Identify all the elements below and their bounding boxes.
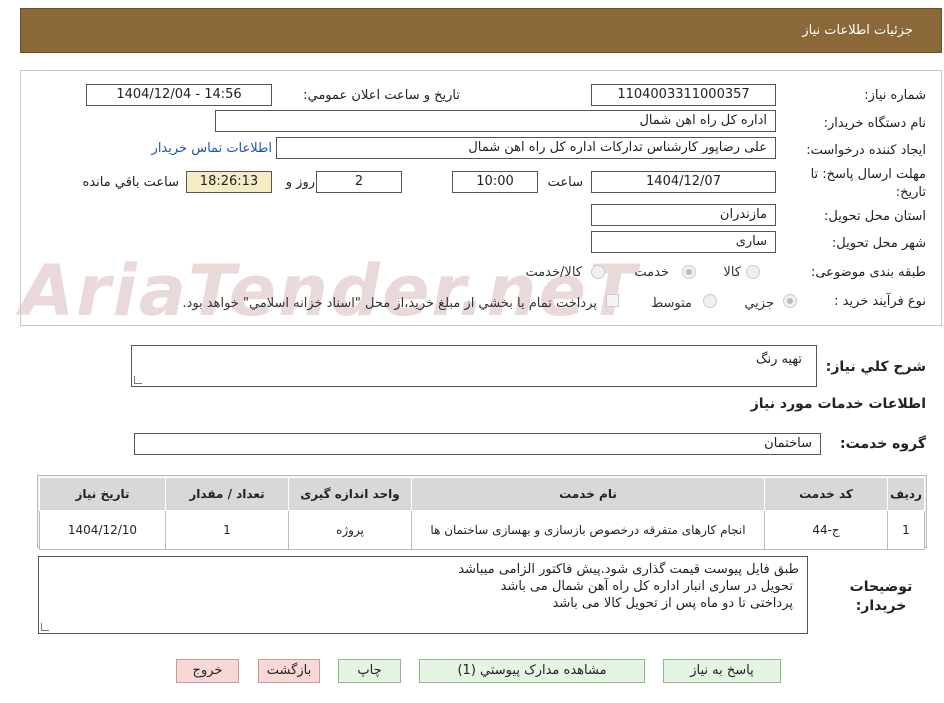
cell-row-number: 1 — [887, 510, 925, 550]
col-header-date: تاريخ نياز — [39, 477, 166, 511]
category-radio-goods-service[interactable] — [591, 265, 605, 279]
creator-label: ايجاد كننده درخواست: — [806, 143, 926, 158]
back-button[interactable]: بازگشت — [258, 659, 320, 683]
treasury-payment-note: پرداخت تمام يا بخشي از مبلغ خريد،از محل … — [182, 296, 597, 311]
buyer-notes-textarea[interactable]: طبق فایل پیوست قیمت گذاری شود.پیش فاکتور… — [38, 556, 808, 634]
exit-button[interactable]: خروج — [176, 659, 239, 683]
buyer-notes-line: تحویل در ساری انبار اداره کل راه آهن شما… — [500, 579, 793, 594]
col-header-qty: تعداد / مقدار — [165, 477, 289, 511]
services-table: رديف كد خدمت نام خدمت واحد اندازه گيری ت… — [39, 477, 925, 550]
service-group-label: گروه خدمت: — [840, 436, 926, 452]
buyer-org-label: نام دستگاه خريدار: — [823, 116, 926, 131]
city-field[interactable]: ساری — [591, 231, 776, 253]
table-row[interactable]: 1 ج-44 انجام کارهای متفرقه درخصوص بازساز… — [39, 510, 925, 550]
category-label: طبقه بندی موضوعی: — [810, 265, 926, 280]
remaining-time-field: 18:26:13 — [186, 171, 272, 193]
col-header-unit: واحد اندازه گيری — [288, 477, 412, 511]
category-option-service: خدمت — [634, 265, 669, 280]
buyer-contact-link[interactable]: اطلاعات تماس خريدار — [152, 141, 272, 156]
process-label: نوع فرآيند خريد : — [834, 294, 926, 309]
col-header-name: نام خدمت — [411, 477, 765, 511]
resize-grip-icon[interactable] — [134, 376, 142, 384]
summary-text: تهیه رنگ — [755, 352, 802, 367]
buyer-notes-line: طبق فایل پیوست قیمت گذاری شود.پیش فاکتور… — [458, 562, 799, 577]
cell-service-name: انجام کارهای متفرقه درخصوص بازسازی و بهس… — [411, 510, 765, 550]
summary-textarea[interactable]: تهیه رنگ — [131, 345, 817, 387]
services-section-title: اطلاعات خدمات مورد نياز — [750, 396, 926, 412]
cell-need-date: 1404/12/10 — [39, 510, 166, 550]
province-label: استان محل تحويل: — [824, 209, 926, 224]
category-radio-goods[interactable] — [746, 265, 760, 279]
page-header: جزئيات اطلاعات نياز — [20, 8, 942, 53]
deadline-date-field[interactable]: 1404/12/07 — [591, 171, 776, 193]
col-header-code: كد خدمت — [764, 477, 888, 511]
print-button[interactable]: چاپ — [338, 659, 401, 683]
cell-unit: پروژه — [288, 510, 412, 550]
deadline-time-field[interactable]: 10:00 — [452, 171, 538, 193]
city-label: شهر محل تحويل: — [831, 236, 926, 251]
days-field[interactable]: 2 — [316, 171, 402, 193]
creator-field[interactable]: علی رضاپور کارشناس تدارکات اداره کل راه … — [276, 137, 776, 159]
resize-grip-icon[interactable] — [41, 623, 49, 631]
need-number-field[interactable]: 1104003311000357 — [591, 84, 776, 106]
cell-service-code: ج-44 — [764, 510, 888, 550]
need-number-label: شماره نياز: — [864, 88, 926, 103]
announce-label: تاريخ و ساعت اعلان عمومي: — [303, 88, 460, 103]
remaining-label: ساعت باقي مانده — [82, 175, 179, 190]
time-label: ساعت — [547, 175, 583, 190]
reply-button[interactable]: پاسخ به نياز — [663, 659, 781, 683]
service-group-field[interactable]: ساختمان — [134, 433, 821, 455]
process-radio-minor[interactable] — [783, 294, 797, 308]
treasury-payment-checkbox[interactable] — [606, 294, 619, 307]
table-header-row: رديف كد خدمت نام خدمت واحد اندازه گيری ت… — [39, 477, 925, 511]
category-option-goods: كالا — [723, 265, 741, 280]
view-attachments-button[interactable]: مشاهده مدارک پيوستي (1) — [419, 659, 645, 683]
process-radio-medium[interactable] — [703, 294, 717, 308]
page-title: جزئيات اطلاعات نياز — [802, 23, 913, 38]
cell-quantity: 1 — [165, 510, 289, 550]
deadline-label: مهلت ارسال پاسخ: تا تاريخ: — [810, 167, 926, 200]
announce-field[interactable]: 1404/12/04 - 14:56 — [86, 84, 272, 106]
buyer-notes-line: پرداختی تا دو ماه پس از تحویل کالا می با… — [552, 596, 794, 611]
summary-label: شرح كلي نياز: — [825, 359, 926, 375]
province-field[interactable]: مازندران — [591, 204, 776, 226]
buyer-notes-label: توضيحات خريدار: — [849, 579, 913, 614]
process-option-medium: متوسط — [651, 296, 692, 311]
buyer-org-field[interactable]: اداره كل راه اهن شمال — [215, 110, 776, 132]
days-label: روز و — [285, 175, 315, 190]
category-option-goods-service: كالا/خدمت — [525, 265, 582, 280]
col-header-row: رديف — [887, 477, 925, 511]
category-radio-service[interactable] — [682, 265, 696, 279]
process-option-minor: جزيي — [744, 296, 774, 311]
